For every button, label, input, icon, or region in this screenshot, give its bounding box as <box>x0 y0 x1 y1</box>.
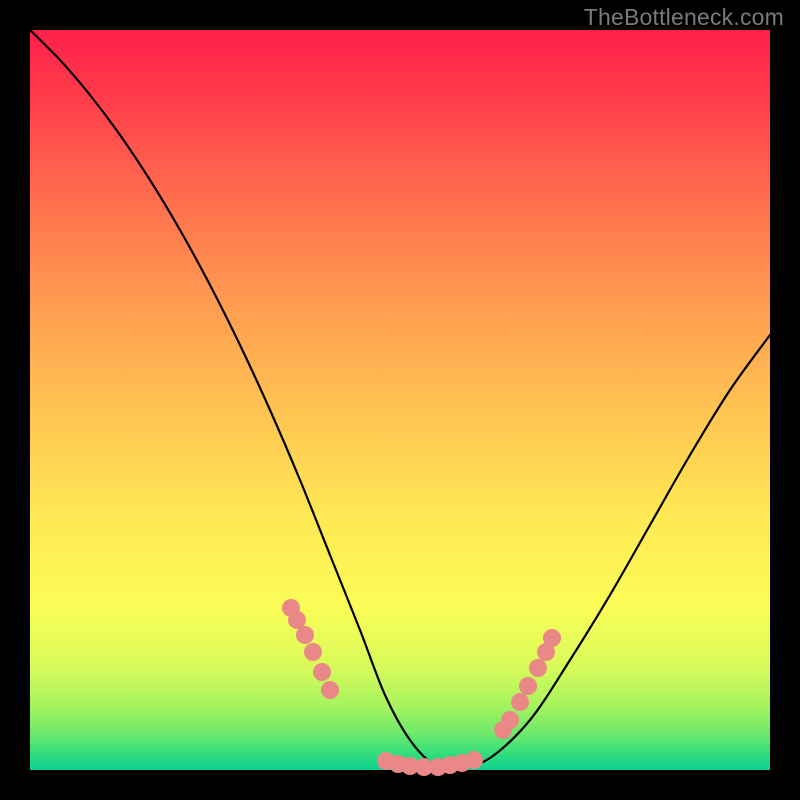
chart-frame: TheBottleneck.com <box>0 0 800 800</box>
curve-line <box>30 30 770 768</box>
data-marker <box>529 659 547 677</box>
plot-area <box>30 30 770 770</box>
data-marker <box>543 629 561 647</box>
data-marker <box>313 663 331 681</box>
data-marker <box>321 681 339 699</box>
data-marker <box>501 711 519 729</box>
data-marker <box>296 626 314 644</box>
data-marker <box>511 693 529 711</box>
data-marker <box>304 643 322 661</box>
data-marker <box>519 677 537 695</box>
data-markers <box>282 599 561 776</box>
watermark-text: TheBottleneck.com <box>584 4 784 31</box>
chart-svg <box>30 30 770 770</box>
data-marker <box>465 751 483 769</box>
